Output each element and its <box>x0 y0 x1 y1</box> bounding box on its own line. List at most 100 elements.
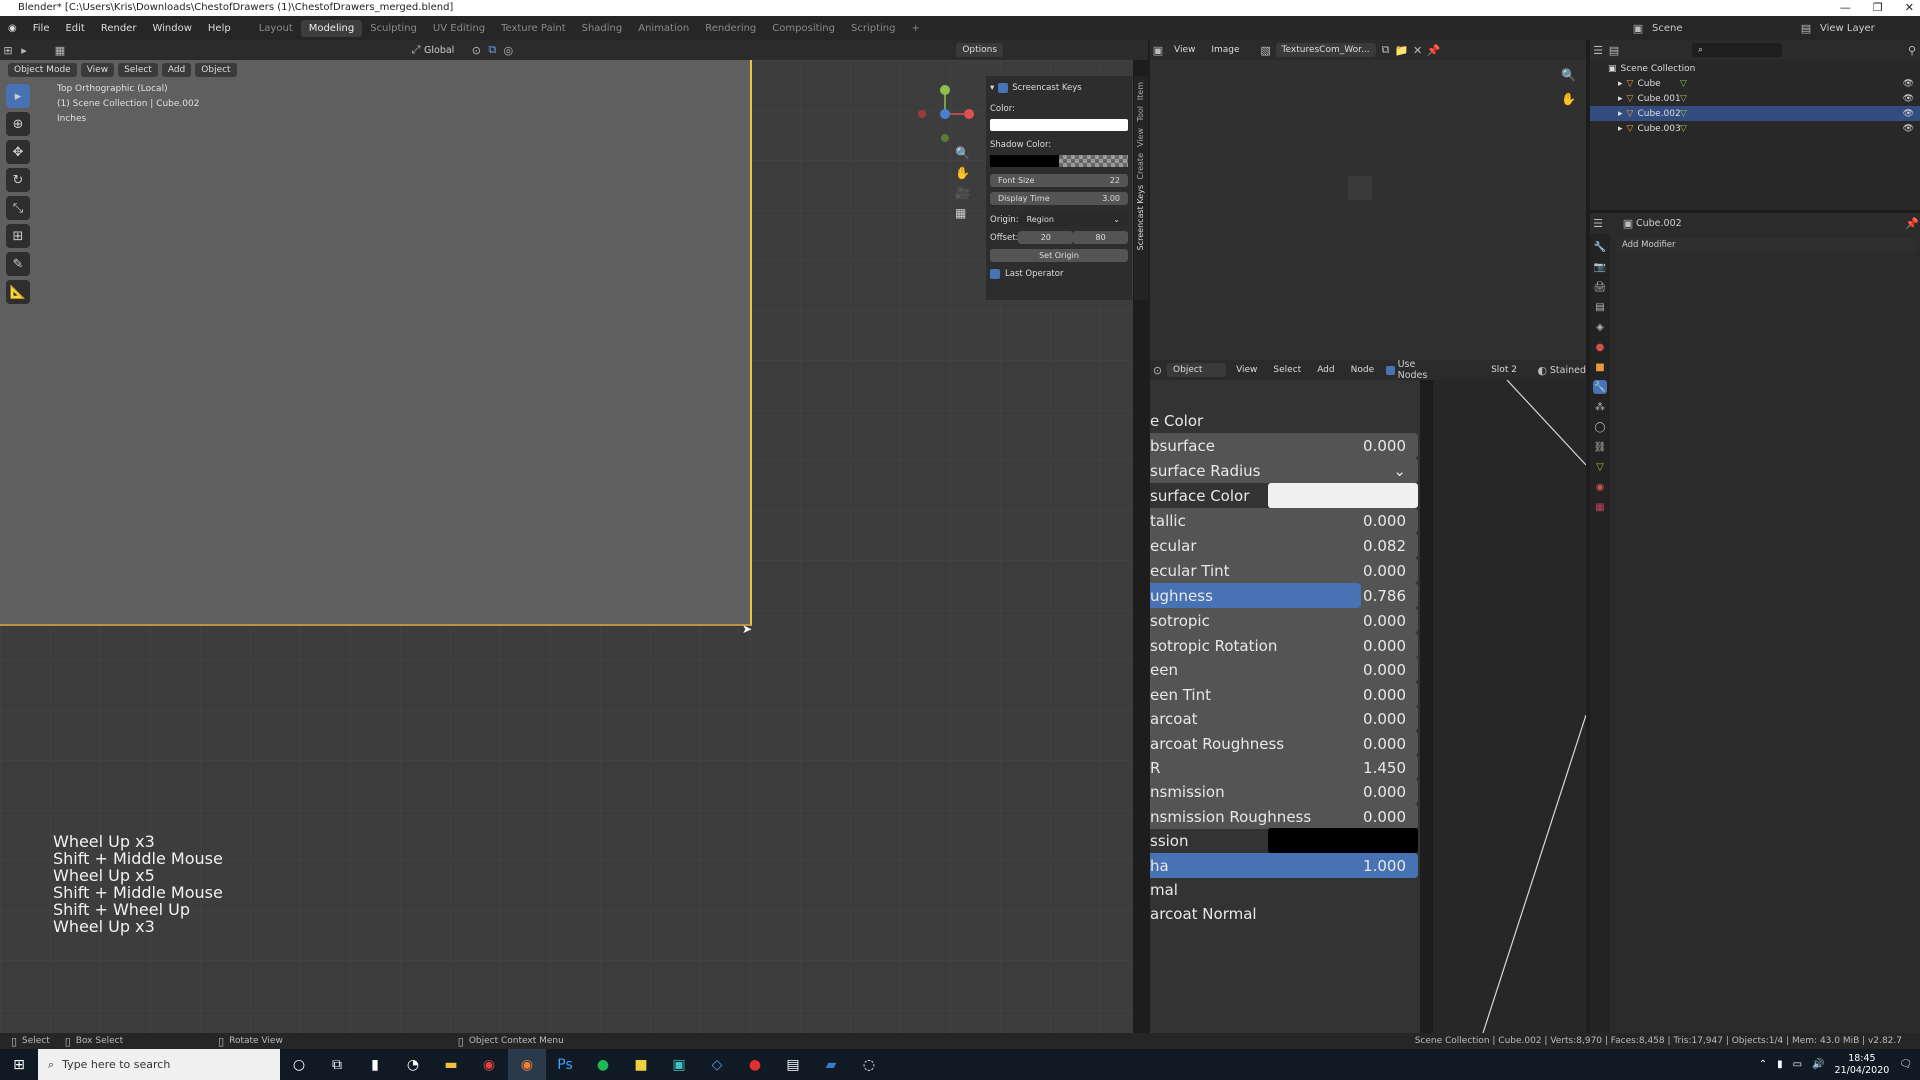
bsdf-value-field[interactable]: nsmission Roughness 0.000 <box>1150 804 1418 829</box>
node-menu[interactable]: Node <box>1345 363 1381 377</box>
app-icon[interactable]: ▤ <box>774 1049 812 1080</box>
close-icon[interactable]: ✕ <box>1905 0 1914 16</box>
bsdf-row[interactable]: arcoat 0.000 <box>1150 706 1418 731</box>
open-image-icon[interactable]: 📁 <box>1394 42 1410 58</box>
color-swatch[interactable] <box>1268 483 1418 508</box>
filter-icon[interactable]: ⚲ <box>1904 42 1920 58</box>
tab-sculpting[interactable]: Sculpting <box>362 23 425 34</box>
set-origin-button[interactable]: Set Origin <box>990 249 1128 262</box>
photoshop-icon[interactable]: Ps <box>546 1049 584 1080</box>
scale-icon[interactable]: ⤡ <box>6 196 30 220</box>
add-modifier-button[interactable]: Add Modifier <box>1616 238 1916 252</box>
scene-tab-icon[interactable]: ◈ <box>1593 320 1607 334</box>
add-menu[interactable]: Add <box>161 63 192 77</box>
editor-type-icon[interactable]: ⊞ <box>0 42 16 58</box>
screencast-checkbox[interactable] <box>998 82 1009 93</box>
rotate-icon[interactable]: ↻ <box>6 168 30 192</box>
tab-compositing[interactable]: Compositing <box>764 23 843 34</box>
tab-rendering[interactable]: Rendering <box>697 23 764 34</box>
texture-tab-icon[interactable]: ▦ <box>1593 500 1607 514</box>
slot-dropdown[interactable]: Slot 2 <box>1485 363 1533 377</box>
bsdf-dropdown[interactable]: surface Radius ⌄ <box>1150 458 1418 483</box>
visibility-eye-icon[interactable]: 👁 <box>1903 109 1914 119</box>
tab-layout[interactable]: Layout <box>251 23 301 34</box>
bsdf-value-field[interactable]: sotropic Rotation 0.000 <box>1150 633 1418 658</box>
image-canvas[interactable]: 🔍 ✋ <box>1150 60 1586 360</box>
neg-y-axis-icon[interactable] <box>941 134 949 142</box>
pan-hand-icon[interactable]: ✋ <box>955 166 970 180</box>
zoom-icon[interactable]: 🔍 <box>955 146 970 160</box>
cortana-icon[interactable]: ○ <box>280 1049 318 1080</box>
bsdf-row[interactable]: tallic 0.000 <box>1150 508 1418 533</box>
material-name[interactable]: Stained <box>1550 365 1586 376</box>
pan-hand-icon[interactable]: ✋ <box>1561 92 1576 106</box>
bsdf-row[interactable]: surface Color <box>1150 483 1418 508</box>
render-tab-icon[interactable]: 📷 <box>1593 260 1607 274</box>
new-image-icon[interactable]: ⧉ <box>1378 42 1394 58</box>
object-mode-dropdown[interactable]: Object Mode <box>8 63 77 77</box>
z-axis-icon[interactable] <box>940 109 950 119</box>
visibility-eye-icon[interactable]: 👁 <box>1903 79 1914 89</box>
spotify-icon[interactable]: ● <box>584 1049 622 1080</box>
image-menu[interactable]: Image <box>1205 43 1245 57</box>
tray-expand-icon[interactable]: ⌃ <box>1759 1059 1767 1070</box>
bsdf-row[interactable]: ssion <box>1150 828 1418 853</box>
bsdf-value-field[interactable]: ha 1.000 <box>1150 853 1418 878</box>
neg-x-axis-icon[interactable] <box>918 110 926 118</box>
screencast-header[interactable]: ▾ Screencast Keys <box>990 80 1128 95</box>
select-tool-icon[interactable]: ▸ <box>16 42 32 58</box>
pivot-icon[interactable]: ⊙ <box>468 42 484 58</box>
bsdf-row[interactable]: surface Radius ⌄ <box>1150 458 1418 483</box>
editor-type-icon[interactable]: ☰ <box>1590 215 1606 231</box>
bsdf-row[interactable]: ecular Tint 0.000 <box>1150 558 1418 583</box>
bsdf-value-field[interactable]: ecular Tint 0.000 <box>1150 558 1418 583</box>
bsdf-value-field[interactable]: R 1.450 <box>1150 755 1418 780</box>
zoom-icon[interactable]: 🔍 <box>1561 68 1576 82</box>
menu-help[interactable]: Help <box>200 23 239 34</box>
bsdf-value-field[interactable]: ecular 0.082 <box>1150 533 1418 558</box>
expand-icon[interactable]: ▸ <box>1618 79 1623 89</box>
outliner-search-icon[interactable]: ⌕ <box>1692 43 1782 57</box>
annotate-icon[interactable]: ✎ <box>6 252 30 276</box>
bsdf-row[interactable]: ecular 0.082 <box>1150 533 1418 558</box>
tab-tool[interactable]: Tool <box>1136 106 1145 122</box>
ortho-grid-icon[interactable]: ▦ <box>955 206 970 220</box>
bsdf-value-field[interactable]: een Tint 0.000 <box>1150 682 1418 707</box>
options-button[interactable]: Options <box>956 43 1004 57</box>
visibility-eye-icon[interactable]: 👁 <box>1903 94 1914 104</box>
bsdf-value-field[interactable]: ughness 0.786 <box>1150 583 1418 608</box>
tab-texture-paint[interactable]: Texture Paint <box>493 23 574 34</box>
file-explorer-icon[interactable]: ▬ <box>432 1049 470 1080</box>
outliner-item-cube[interactable]: ▸ ▽ Cube ▽ 👁 <box>1590 76 1920 91</box>
tab-create[interactable]: Create <box>1136 153 1145 180</box>
node-add-menu[interactable]: Add <box>1311 363 1340 377</box>
color-swatch[interactable] <box>990 119 1128 131</box>
app-icon[interactable]: ▮ <box>356 1049 394 1080</box>
app-icon[interactable]: ▰ <box>812 1049 850 1080</box>
output-tab-icon[interactable]: 🖨 <box>1593 280 1607 294</box>
tab-scripting[interactable]: Scripting <box>843 23 903 34</box>
measure-icon[interactable]: 📐 <box>6 280 30 304</box>
minimize-icon[interactable]: — <box>1840 0 1851 16</box>
world-tab-icon[interactable]: ● <box>1593 340 1607 354</box>
object-type-dropdown[interactable]: Object <box>1167 363 1227 377</box>
bsdf-row[interactable]: een 0.000 <box>1150 657 1418 682</box>
image-name-field[interactable]: TexturesCom_Wor... <box>1275 43 1376 57</box>
clock[interactable]: 18:45 21/04/2020 <box>1835 1053 1890 1077</box>
bsdf-value-field[interactable]: bsurface 0.000 <box>1150 433 1418 458</box>
unlink-image-icon[interactable]: ✕ <box>1410 42 1426 58</box>
display-mode-icon[interactable]: ▤ <box>1606 42 1622 58</box>
node-canvas[interactable] <box>1433 380 1586 1033</box>
offset-y-field[interactable]: 80 <box>1073 231 1128 244</box>
bsdf-row[interactable]: ha 1.000 <box>1150 853 1418 878</box>
font-size-field[interactable]: Font Size 22 <box>990 174 1128 187</box>
camera-view-icon[interactable]: 🎥 <box>955 186 970 200</box>
chrome-icon[interactable]: ◉ <box>470 1049 508 1080</box>
material-tab-icon[interactable]: ◉ <box>1593 480 1607 494</box>
notifications-icon[interactable]: 🗨 <box>1899 1059 1912 1070</box>
view-layer-name[interactable]: View Layer <box>1820 23 1875 34</box>
expand-icon[interactable]: ▸ <box>1618 109 1623 119</box>
editor-type-icon[interactable]: ▣ <box>1150 42 1166 58</box>
menu-window[interactable]: Window <box>144 23 199 34</box>
expand-icon[interactable]: ▸ <box>1618 124 1623 134</box>
